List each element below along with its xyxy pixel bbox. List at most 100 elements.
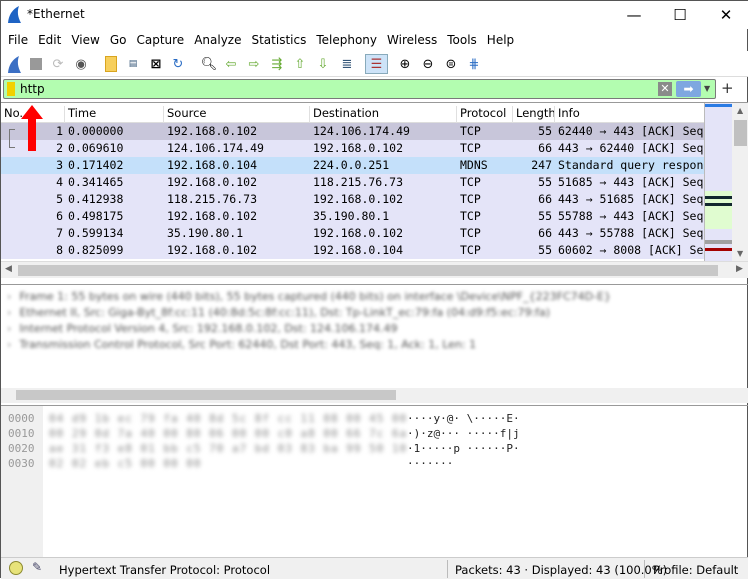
add-filter-button[interactable]: + (721, 79, 734, 97)
autoscroll-icon[interactable]: ≣ (337, 54, 357, 74)
menu-file[interactable]: File (3, 29, 33, 51)
close-file-icon[interactable]: ⊠ (146, 54, 166, 74)
cell-src: 35.190.80.1 (167, 226, 244, 240)
menu-capture[interactable]: Capture (131, 29, 189, 51)
column-destination[interactable]: Destination (309, 106, 379, 124)
hex-ascii: ·1·····p ······P· (407, 442, 520, 455)
go-back-icon[interactable]: ⇦ (221, 54, 241, 74)
details-horizontal-scrollbar[interactable] (1, 388, 748, 403)
column-protocol[interactable]: Protocol (456, 106, 506, 124)
packet-details-pane: › Frame 1: 55 bytes on wire (440 bits), 5… (1, 284, 748, 403)
cell-proto: TCP (460, 141, 481, 155)
clear-filter-button[interactable]: ✕ (658, 82, 672, 96)
column-time[interactable]: Time (64, 106, 96, 124)
close-button[interactable]: ✕ (703, 1, 748, 29)
restart-capture-icon[interactable]: ⟳ (48, 54, 68, 74)
packet-row[interactable]: 4 0.341465 192.168.0.102 118.215.76.73 TCP 55… (1, 174, 704, 191)
display-filter-input[interactable] (20, 81, 650, 97)
open-file-icon[interactable] (101, 54, 121, 74)
cell-src: 192.168.0.102 (167, 209, 258, 223)
detail-ethernet[interactable]: › Ethernet II, Src: Giga-Byt_8f:cc:11 (40… (7, 306, 550, 319)
zoom-out-icon[interactable]: ⊖ (418, 54, 438, 74)
column-length[interactable]: Length (512, 106, 556, 124)
start-capture-icon[interactable] (4, 54, 24, 74)
packet-row[interactable]: 2 0.069610 124.106.174.49 192.168.0.102 TCP 6… (1, 140, 704, 157)
menu-telephony[interactable]: Telephony (311, 29, 382, 51)
packet-row[interactable]: 5 0.412938 118.215.76.73 192.168.0.102 TCP 66… (1, 191, 704, 208)
cell-proto: TCP (460, 226, 481, 240)
title-bar: *Ethernet — ☐ ✕ (1, 1, 748, 29)
cell-len: 55 (538, 243, 552, 257)
detail-ip[interactable]: › Internet Protocol Version 4, Src: 192.1… (7, 322, 398, 335)
cell-info: Standard query respon (558, 158, 704, 172)
bookmark-icon[interactable] (7, 82, 15, 96)
detail-frame[interactable]: › Frame 1: 55 bytes on wire (440 bits), 5… (7, 290, 611, 303)
stop-capture-icon[interactable] (26, 54, 46, 74)
cell-len: 247 (531, 158, 552, 172)
maximize-button[interactable]: ☐ (657, 1, 703, 29)
save-file-icon[interactable]: ▤ (123, 54, 143, 74)
cell-src: 124.106.174.49 (167, 141, 264, 155)
cell-dst: 224.0.0.251 (313, 158, 390, 172)
cell-time: 0.341465 (68, 175, 124, 189)
packet-list: No. Time Source Destination Protocol Len… (1, 102, 748, 278)
menu-go[interactable]: Go (105, 29, 132, 51)
cell-no: 7 (56, 226, 63, 240)
cell-dst: 124.106.174.49 (313, 124, 410, 138)
go-to-packet-icon[interactable]: ⇶ (267, 54, 287, 74)
cell-src: 192.168.0.102 (167, 175, 258, 189)
go-forward-icon[interactable]: ⇨ (244, 54, 264, 74)
packet-row[interactable]: 7 0.599134 35.190.80.1 192.168.0.102 TCP 66 44… (1, 225, 704, 242)
apply-filter-button[interactable]: ➡ (676, 81, 701, 97)
minimize-button[interactable]: — (611, 1, 657, 29)
display-filter-field[interactable]: ✕ ➡ ▼ (3, 79, 716, 99)
cell-len: 66 (538, 226, 552, 240)
cell-info: 55788 → 443 [ACK] Seq (558, 209, 704, 223)
packet-row[interactable]: 1 0.000000 192.168.0.102 124.106.174.49 TCP 5… (1, 123, 704, 140)
column-source[interactable]: Source (163, 106, 207, 124)
normal-size-icon[interactable]: ⊜ (441, 54, 461, 74)
expert-info-icon[interactable] (9, 561, 23, 575)
menu-view[interactable]: View (66, 29, 104, 51)
find-packet-icon[interactable]: 🔍︎ (199, 54, 219, 74)
cell-info: 62440 → 443 [ACK] Seq (558, 124, 704, 138)
zoom-in-icon[interactable]: ⊕ (395, 54, 415, 74)
menu-wireless[interactable]: Wireless (382, 29, 442, 51)
packet-row[interactable]: 6 0.498175 192.168.0.102 35.190.80.1 TCP 55 55… (1, 208, 704, 225)
menu-tools[interactable]: Tools (442, 29, 482, 51)
reload-file-icon[interactable]: ↻ (168, 54, 188, 74)
detail-tcp[interactable]: › Transmission Control Protocol, Src Port… (7, 338, 476, 351)
capture-options-icon[interactable]: ◉ (71, 54, 91, 74)
cell-len: 66 (538, 141, 552, 155)
packet-list-horizontal-scrollbar[interactable]: ◀ ▶ (1, 261, 748, 278)
packet-minimap[interactable] (704, 103, 733, 261)
related-packet-bracket-icon (9, 140, 15, 148)
status-bar: ✎ Hypertext Transfer Protocol: Protocol … (1, 557, 748, 579)
last-packet-icon[interactable]: ⇩ (313, 54, 333, 74)
cell-time: 0.069610 (68, 141, 124, 155)
column-info[interactable]: Info (554, 106, 580, 124)
hex-bytes: 00 29 0d 7a 40 00 80 06 00 00 c0 a8 00 6… (49, 427, 408, 440)
detail-text: Ethernet II, Src: Giga-Byt_8f:cc:11 (40:… (19, 306, 551, 319)
packet-row[interactable]: 8 0.825099 192.168.0.102 192.168.0.104 TCP 55… (1, 242, 704, 259)
cell-time: 0.000000 (68, 124, 124, 138)
cell-proto: TCP (460, 192, 481, 206)
status-field-info: Hypertext Transfer Protocol: Protocol (59, 563, 271, 577)
column-no[interactable]: No. (1, 106, 23, 124)
cell-no: 4 (56, 175, 63, 189)
cell-time: 0.825099 (68, 243, 124, 257)
menu-edit[interactable]: Edit (33, 29, 66, 51)
packet-list-vertical-scrollbar[interactable]: ▲ ▼ (732, 103, 748, 261)
packet-list-header: No. Time Source Destination Protocol Len… (1, 103, 704, 124)
first-packet-icon[interactable]: ⇧ (290, 54, 310, 74)
capture-comment-icon[interactable]: ✎ (32, 560, 42, 574)
menu-help[interactable]: Help (482, 29, 519, 51)
filter-history-dropdown[interactable]: ▼ (704, 81, 716, 97)
packet-bytes-pane: 0000 04 d9 1b ec 79 fa 40 8d 5c 8f cc 11 … (1, 405, 748, 558)
colorize-icon[interactable]: ☰ (365, 54, 388, 74)
resize-columns-icon[interactable]: ⋕ (464, 54, 484, 74)
menu-analyze[interactable]: Analyze (189, 29, 246, 51)
status-profile[interactable]: Profile: Default (653, 563, 738, 577)
menu-statistics[interactable]: Statistics (246, 29, 311, 51)
packet-row[interactable]: 3 0.171402 192.168.0.104 224.0.0.251 MDNS 247… (1, 157, 704, 174)
